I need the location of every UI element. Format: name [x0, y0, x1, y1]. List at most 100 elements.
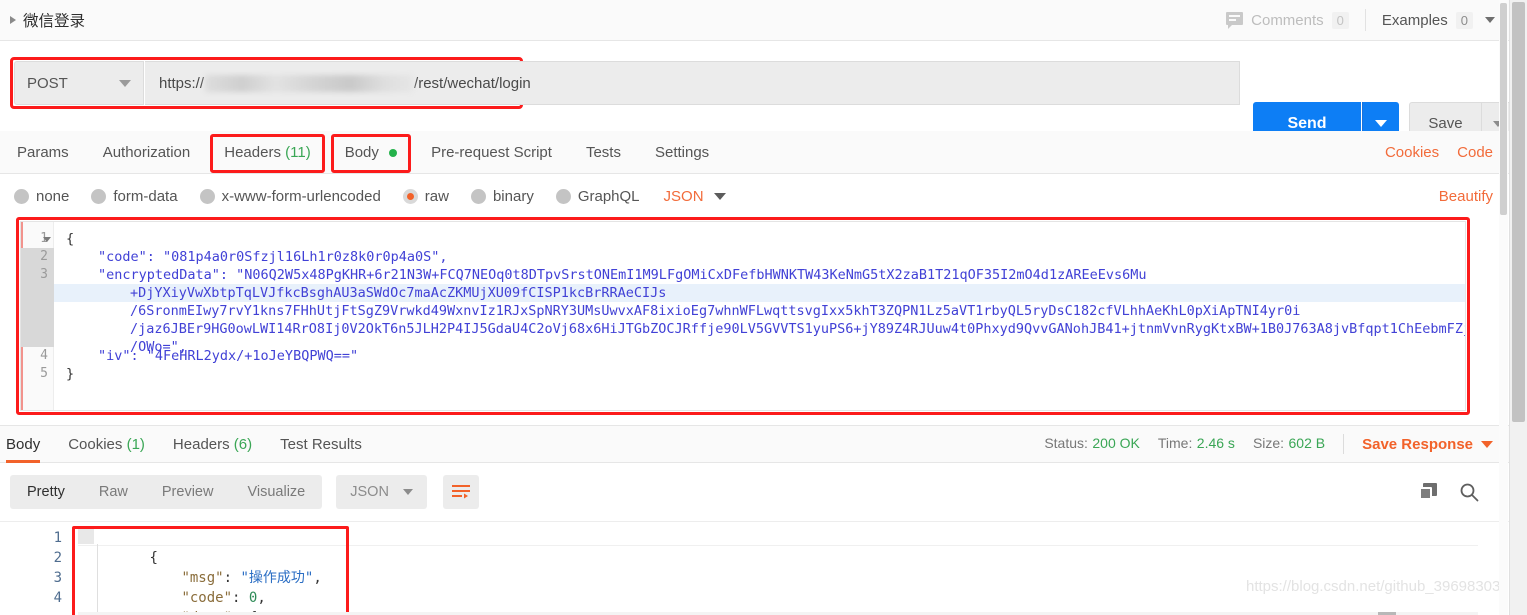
copy-icon[interactable]	[1419, 483, 1437, 501]
status-value: 200 OK	[1092, 435, 1140, 451]
line-number: 3	[40, 267, 48, 282]
response-tab-test-results[interactable]: Test Results	[266, 426, 376, 463]
tab-label: Params	[17, 143, 69, 161]
page-title: 微信登录	[23, 13, 86, 30]
chevron-down-icon[interactable]	[119, 79, 131, 87]
postman-window: 微信登录 Comments 0 Examples 0 POST https://…	[0, 0, 1527, 615]
tab-label: Pre-request Script	[431, 143, 552, 161]
fold-toggle-icon[interactable]	[43, 237, 51, 242]
url-suffix: /rest/wechat/login	[414, 74, 531, 92]
tab-settings[interactable]: Settings	[638, 131, 726, 174]
request-tab-bar: Params Authorization Headers (11) Body P…	[0, 131, 1509, 174]
comment-icon	[1226, 12, 1244, 29]
editor-code-area[interactable]: { "code": "081p4a0r0Sfzjl16Lh1r0z8k0r0p4…	[54, 222, 1465, 410]
window-scrollbar-track[interactable]	[1509, 0, 1527, 615]
code-link[interactable]: Code	[1457, 144, 1493, 161]
url-redacted-host	[205, 74, 414, 92]
code-line: "encryptedData": "N06Q2W5x48PgKHR+6r21N3…	[98, 267, 1147, 283]
body-type-raw[interactable]: raw	[402, 187, 449, 205]
body-type-graphql[interactable]: GraphQL	[555, 187, 640, 205]
body-format-select[interactable]: JSON	[664, 188, 726, 205]
cookies-link[interactable]: Cookies	[1385, 144, 1439, 161]
radio-icon	[14, 188, 29, 204]
code-line: +DjYXiyVwXbtpTqLVJfkcBsghAU3aSWdOc7maAcZ…	[130, 285, 667, 301]
mode-raw[interactable]: Raw	[82, 475, 145, 509]
status-label: Status:	[1044, 435, 1088, 451]
inner-scrollbar-thumb[interactable]	[1500, 3, 1507, 215]
mode-preview[interactable]: Preview	[145, 475, 231, 509]
response-format-value: JSON	[350, 484, 389, 500]
radio-icon	[91, 188, 107, 204]
line-number: 5	[40, 366, 48, 381]
chevron-down-icon[interactable]	[1485, 17, 1495, 23]
radio-label: binary	[492, 187, 534, 205]
tab-label: Authorization	[102, 143, 191, 161]
url-input[interactable]: https:// /rest/wechat/login	[145, 61, 1240, 105]
tab-label: Test Results	[280, 435, 362, 453]
radio-label: GraphQL	[577, 187, 640, 205]
tab-label: Cookies	[68, 435, 123, 453]
word-wrap-button[interactable]	[442, 475, 479, 509]
comments-button[interactable]: Comments 0	[1226, 11, 1365, 29]
time-value: 2.46 s	[1196, 435, 1235, 451]
chevron-down-icon	[1481, 440, 1493, 448]
comments-count: 0	[1331, 11, 1349, 29]
line-number: 3	[53, 570, 62, 586]
code-line: /jaz6JBEr9HG0owLWI14RrO8Ij0V2OkT6n5JLH2P…	[130, 321, 1466, 337]
body-type-form-data[interactable]: form-data	[91, 187, 178, 205]
response-tab-headers[interactable]: Headers (6)	[159, 426, 266, 463]
tab-authorization[interactable]: Authorization	[86, 131, 208, 174]
url-prefix: https://	[159, 74, 205, 92]
response-tab-body[interactable]: Body	[0, 426, 54, 463]
response-tab-bar: Body Cookies (1) Headers (6) Test Result…	[0, 425, 1509, 463]
url-text: https:// /rest/wechat/login	[159, 74, 531, 92]
response-mode-group: Pretty Raw Preview Visualize	[10, 475, 323, 509]
body-present-dot-icon	[389, 148, 398, 157]
mode-visualize[interactable]: Visualize	[230, 475, 322, 509]
tab-params[interactable]: Params	[0, 131, 86, 174]
radio-icon	[470, 188, 486, 204]
code-line: {	[66, 231, 75, 247]
window-scrollbar-thumb[interactable]	[1512, 2, 1525, 422]
tab-headers[interactable]: Headers (11)	[207, 131, 327, 174]
radio-label: form-data	[113, 187, 178, 205]
body-type-urlencoded[interactable]: x-www-form-urlencoded	[199, 188, 381, 205]
line-number: 2	[53, 550, 62, 566]
word-wrap-icon	[451, 485, 470, 499]
examples-button[interactable]: Examples 0	[1366, 11, 1495, 29]
radio-label: none	[36, 187, 70, 205]
code-line: "code": "081p4a0r0Sfzjl16Lh1r0z8k0r0p4a0…	[98, 249, 448, 265]
response-format-select[interactable]: JSON	[336, 475, 427, 509]
radio-icon	[555, 188, 571, 204]
chevron-down-icon	[713, 192, 726, 200]
request-header-bar: 微信登录 Comments 0 Examples 0	[0, 0, 1509, 41]
line-number: 1	[53, 530, 62, 546]
response-tab-cookies[interactable]: Cookies (1)	[54, 426, 159, 463]
request-body-editor[interactable]: 1 2 3 4 5 { "code": "081p4a0r0Sfzjl16Lh1…	[20, 221, 1466, 411]
body-type-binary[interactable]: binary	[470, 187, 534, 205]
tab-pre-request-script[interactable]: Pre-request Script	[414, 131, 569, 174]
status-group: Status: 200 OK	[1044, 435, 1140, 453]
search-icon[interactable]	[1459, 482, 1479, 502]
watermark: https://blog.csdn.net/github_39698303	[1246, 578, 1501, 595]
save-response-label: Save Response	[1362, 435, 1473, 453]
tab-label: Settings	[654, 143, 710, 161]
radio-label: raw	[424, 187, 449, 205]
tab-label: Headers	[172, 435, 230, 453]
tab-label: Headers	[224, 143, 281, 161]
mode-pretty[interactable]: Pretty	[10, 475, 82, 509]
tab-label: Body	[344, 143, 379, 161]
response-body-viewer[interactable]: 1 2 3 4 { "msg": "操作成功", "code": 0, "dat…	[0, 521, 1509, 615]
body-type-row: none form-data x-www-form-urlencoded raw…	[0, 174, 1509, 218]
radio-selected-icon	[402, 188, 418, 204]
caret-right-icon[interactable]	[10, 16, 16, 24]
request-title-group[interactable]: 微信登录	[0, 9, 85, 31]
save-response-button[interactable]: Save Response	[1362, 436, 1493, 453]
radio-icon	[199, 188, 215, 204]
request-tab-links: Cookies Code	[1385, 144, 1509, 161]
tab-body[interactable]: Body	[328, 131, 414, 174]
tab-tests[interactable]: Tests	[569, 131, 638, 174]
method-select[interactable]: POST	[14, 61, 144, 105]
body-type-none[interactable]: none	[14, 188, 69, 205]
tab-count: (11)	[285, 143, 311, 161]
